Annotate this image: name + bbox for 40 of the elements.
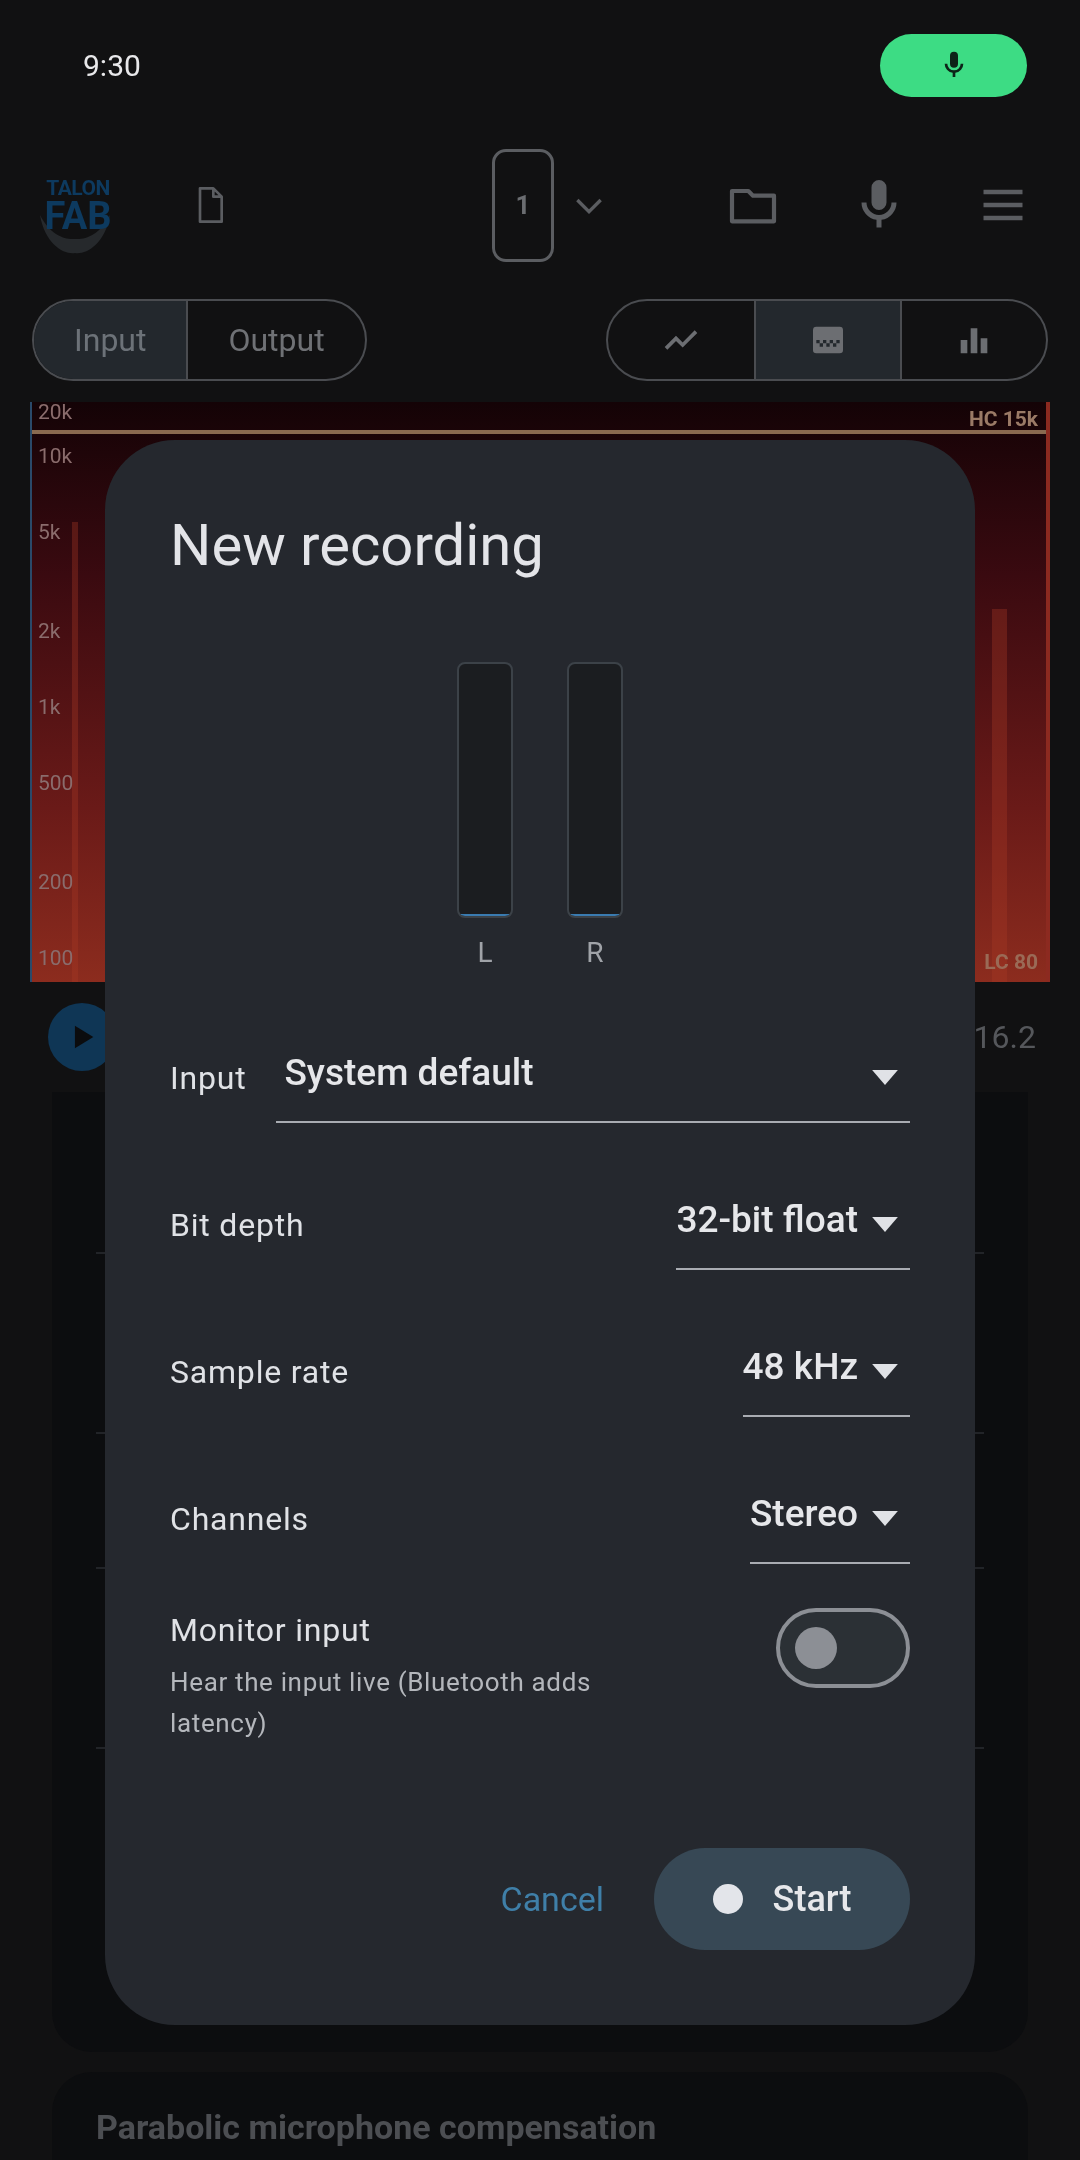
view-tab[interactable] [754, 301, 900, 379]
dropdown-value: Stereo [749, 1491, 858, 1537]
frequency-label: 2k [38, 621, 61, 642]
source-tab[interactable]: Output [186, 301, 365, 379]
frequency-label: 10k [38, 446, 73, 467]
dropdown-arrow-icon [872, 1069, 898, 1085]
logo-text: TALON [46, 177, 110, 199]
setting-hint: Hear the input live (Bluetooth adds latency) [170, 1666, 593, 1740]
field-label: Input [170, 1057, 247, 1099]
dropdown-field[interactable]: 48 kHz [742, 1326, 910, 1417]
dropdown-value: 48 kHz [742, 1344, 858, 1390]
dropdown-field[interactable]: 32-bit float [676, 1179, 910, 1270]
frequency-label: 1k [38, 697, 61, 718]
dropdown-field[interactable]: System default [276, 1032, 910, 1123]
frequency-label: 200 [38, 872, 74, 893]
dropdown-value: 32-bit float [676, 1197, 858, 1243]
dropdown-arrow-icon [872, 1363, 898, 1379]
channel-label: R [586, 935, 604, 971]
start-button[interactable]: Start [654, 1848, 910, 1950]
dropdown-value: System default [284, 1050, 534, 1096]
frequency-label: 20k [38, 402, 73, 423]
field-label: Sample rate [170, 1351, 349, 1393]
channel-label: L [477, 935, 493, 971]
field-label: Bit depth [170, 1204, 305, 1246]
low-cut-label: LC 80 [984, 948, 1038, 976]
logo-text: FAB [44, 199, 112, 233]
setting-label: Monitor input [170, 1610, 372, 1651]
dropdown-arrow-icon [872, 1216, 898, 1232]
dialog-title: New recording [170, 510, 545, 580]
time-readout: 16.2 [973, 1017, 1036, 1058]
status-time: 9:30 [83, 46, 141, 85]
frequency-label: 5k [38, 522, 61, 543]
card-title: Parabolic microphone compensation [96, 2107, 657, 2147]
dropdown-field[interactable]: Stereo [749, 1473, 910, 1564]
frequency-label: 100 [38, 948, 74, 969]
frequency-label: 500 [38, 773, 74, 794]
high-cut-label: HC 15k [968, 406, 1038, 433]
field-label: Channels [170, 1498, 309, 1540]
dropdown-arrow-icon [872, 1510, 898, 1526]
channel-selector[interactable]: 1 [492, 148, 554, 262]
